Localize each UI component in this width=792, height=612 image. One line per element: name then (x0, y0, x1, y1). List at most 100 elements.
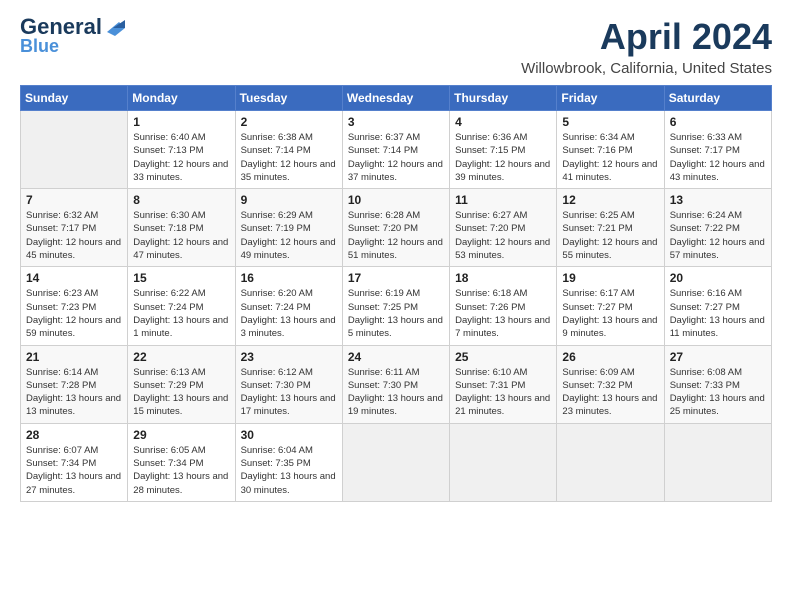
day-number: 12 (562, 193, 658, 207)
calendar-header-saturday: Saturday (664, 86, 771, 111)
day-info: Sunrise: 6:11 AM Sunset: 7:30 PM Dayligh… (348, 366, 444, 419)
day-number: 7 (26, 193, 122, 207)
calendar-cell: 14 Sunrise: 6:23 AM Sunset: 7:23 PM Dayli… (21, 267, 128, 345)
calendar-cell: 20 Sunrise: 6:16 AM Sunset: 7:27 PM Dayli… (664, 267, 771, 345)
day-number: 8 (133, 193, 229, 207)
logo: General Blue (20, 16, 125, 57)
day-number: 19 (562, 271, 658, 285)
day-info: Sunrise: 6:07 AM Sunset: 7:34 PM Dayligh… (26, 444, 122, 497)
day-number: 23 (241, 350, 337, 364)
day-info: Sunrise: 6:28 AM Sunset: 7:20 PM Dayligh… (348, 209, 444, 262)
calendar-week-row: 28 Sunrise: 6:07 AM Sunset: 7:34 PM Dayli… (21, 423, 772, 501)
calendar-cell: 26Sunrise: 6:09 AM Sunset: 7:32 PM Dayli… (557, 345, 664, 423)
day-info: Sunrise: 6:08 AM Sunset: 7:33 PM Dayligh… (670, 366, 766, 419)
calendar-cell: 5 Sunrise: 6:34 AM Sunset: 7:16 PM Daylig… (557, 111, 664, 189)
calendar-header-thursday: Thursday (450, 86, 557, 111)
day-info: Sunrise: 6:25 AM Sunset: 7:21 PM Dayligh… (562, 209, 658, 262)
calendar-cell (342, 423, 449, 501)
calendar-table: SundayMondayTuesdayWednesdayThursdayFrid… (20, 85, 772, 502)
calendar-cell: 11 Sunrise: 6:27 AM Sunset: 7:20 PM Dayli… (450, 189, 557, 267)
calendar-cell: 3 Sunrise: 6:37 AM Sunset: 7:14 PM Daylig… (342, 111, 449, 189)
calendar-week-row: 21 Sunrise: 6:14 AM Sunset: 7:28 PM Dayli… (21, 345, 772, 423)
calendar-cell (664, 423, 771, 501)
day-info: Sunrise: 6:18 AM Sunset: 7:26 PM Dayligh… (455, 287, 551, 340)
calendar-cell: 24 Sunrise: 6:11 AM Sunset: 7:30 PM Dayli… (342, 345, 449, 423)
calendar-cell: 23 Sunrise: 6:12 AM Sunset: 7:30 PM Dayli… (235, 345, 342, 423)
calendar-week-row: 14 Sunrise: 6:23 AM Sunset: 7:23 PM Dayli… (21, 267, 772, 345)
calendar-cell: 2 Sunrise: 6:38 AM Sunset: 7:14 PM Daylig… (235, 111, 342, 189)
day-number: 21 (26, 350, 122, 364)
day-info: Sunrise: 6:37 AM Sunset: 7:14 PM Dayligh… (348, 131, 444, 184)
calendar-cell: 27 Sunrise: 6:08 AM Sunset: 7:33 PM Dayli… (664, 345, 771, 423)
day-info: Sunrise: 6:22 AM Sunset: 7:24 PM Dayligh… (133, 287, 229, 340)
day-info: Sunrise: 6:29 AM Sunset: 7:19 PM Dayligh… (241, 209, 337, 262)
calendar-cell (21, 111, 128, 189)
calendar-cell: 15Sunrise: 6:22 AM Sunset: 7:24 PM Dayli… (128, 267, 235, 345)
day-number: 14 (26, 271, 122, 285)
day-number: 18 (455, 271, 551, 285)
day-info: Sunrise: 6:33 AM Sunset: 7:17 PM Dayligh… (670, 131, 766, 184)
day-info: Sunrise: 6:16 AM Sunset: 7:27 PM Dayligh… (670, 287, 766, 340)
day-info: Sunrise: 6:24 AM Sunset: 7:22 PM Dayligh… (670, 209, 766, 262)
calendar-cell (450, 423, 557, 501)
day-number: 13 (670, 193, 766, 207)
day-number: 30 (241, 428, 337, 442)
calendar-cell: 4 Sunrise: 6:36 AM Sunset: 7:15 PM Daylig… (450, 111, 557, 189)
logo-blue: Blue (20, 36, 59, 57)
day-info: Sunrise: 6:34 AM Sunset: 7:16 PM Dayligh… (562, 131, 658, 184)
day-info: Sunrise: 6:30 AM Sunset: 7:18 PM Dayligh… (133, 209, 229, 262)
day-info: Sunrise: 6:14 AM Sunset: 7:28 PM Dayligh… (26, 366, 122, 419)
calendar-header-monday: Monday (128, 86, 235, 111)
day-number: 25 (455, 350, 551, 364)
calendar-header-friday: Friday (557, 86, 664, 111)
calendar-cell: 1 Sunrise: 6:40 AM Sunset: 7:13 PM Daylig… (128, 111, 235, 189)
day-number: 9 (241, 193, 337, 207)
day-info: Sunrise: 6:10 AM Sunset: 7:31 PM Dayligh… (455, 366, 551, 419)
calendar-header-sunday: Sunday (21, 86, 128, 111)
calendar-cell: 29Sunrise: 6:05 AM Sunset: 7:34 PM Dayli… (128, 423, 235, 501)
day-number: 5 (562, 115, 658, 129)
calendar-cell (557, 423, 664, 501)
day-number: 24 (348, 350, 444, 364)
calendar-cell: 18 Sunrise: 6:18 AM Sunset: 7:26 PM Dayli… (450, 267, 557, 345)
calendar-cell: 9 Sunrise: 6:29 AM Sunset: 7:19 PM Daylig… (235, 189, 342, 267)
day-number: 16 (241, 271, 337, 285)
calendar-week-row: 1 Sunrise: 6:40 AM Sunset: 7:13 PM Daylig… (21, 111, 772, 189)
page-header: General Blue April 2024 Willowbrook, Cal… (20, 16, 772, 77)
calendar-cell: 25 Sunrise: 6:10 AM Sunset: 7:31 PM Dayli… (450, 345, 557, 423)
day-number: 4 (455, 115, 551, 129)
day-number: 11 (455, 193, 551, 207)
logo-bird-icon (103, 18, 125, 36)
day-info: Sunrise: 6:12 AM Sunset: 7:30 PM Dayligh… (241, 366, 337, 419)
day-info: Sunrise: 6:04 AM Sunset: 7:35 PM Dayligh… (241, 444, 337, 497)
day-info: Sunrise: 6:23 AM Sunset: 7:23 PM Dayligh… (26, 287, 122, 340)
calendar-header-wednesday: Wednesday (342, 86, 449, 111)
location: Willowbrook, California, United States (521, 60, 772, 77)
day-number: 26 (562, 350, 658, 364)
day-info: Sunrise: 6:19 AM Sunset: 7:25 PM Dayligh… (348, 287, 444, 340)
calendar-cell: 16Sunrise: 6:20 AM Sunset: 7:24 PM Dayli… (235, 267, 342, 345)
calendar-cell: 8 Sunrise: 6:30 AM Sunset: 7:18 PM Daylig… (128, 189, 235, 267)
day-info: Sunrise: 6:17 AM Sunset: 7:27 PM Dayligh… (562, 287, 658, 340)
day-number: 28 (26, 428, 122, 442)
calendar-header-row: SundayMondayTuesdayWednesdayThursdayFrid… (21, 86, 772, 111)
day-number: 3 (348, 115, 444, 129)
day-info: Sunrise: 6:27 AM Sunset: 7:20 PM Dayligh… (455, 209, 551, 262)
month-title: April 2024 (521, 16, 772, 58)
calendar-cell: 19 Sunrise: 6:17 AM Sunset: 7:27 PM Dayli… (557, 267, 664, 345)
day-info: Sunrise: 6:36 AM Sunset: 7:15 PM Dayligh… (455, 131, 551, 184)
day-number: 22 (133, 350, 229, 364)
day-number: 20 (670, 271, 766, 285)
day-number: 1 (133, 115, 229, 129)
calendar-cell: 30 Sunrise: 6:04 AM Sunset: 7:35 PM Dayli… (235, 423, 342, 501)
day-info: Sunrise: 6:40 AM Sunset: 7:13 PM Dayligh… (133, 131, 229, 184)
day-number: 2 (241, 115, 337, 129)
calendar-cell: 28 Sunrise: 6:07 AM Sunset: 7:34 PM Dayli… (21, 423, 128, 501)
calendar-cell: 10Sunrise: 6:28 AM Sunset: 7:20 PM Dayli… (342, 189, 449, 267)
logo-general: General (20, 16, 102, 38)
day-number: 6 (670, 115, 766, 129)
day-info: Sunrise: 6:38 AM Sunset: 7:14 PM Dayligh… (241, 131, 337, 184)
day-number: 27 (670, 350, 766, 364)
day-info: Sunrise: 6:13 AM Sunset: 7:29 PM Dayligh… (133, 366, 229, 419)
title-block: April 2024 Willowbrook, California, Unit… (521, 16, 772, 77)
